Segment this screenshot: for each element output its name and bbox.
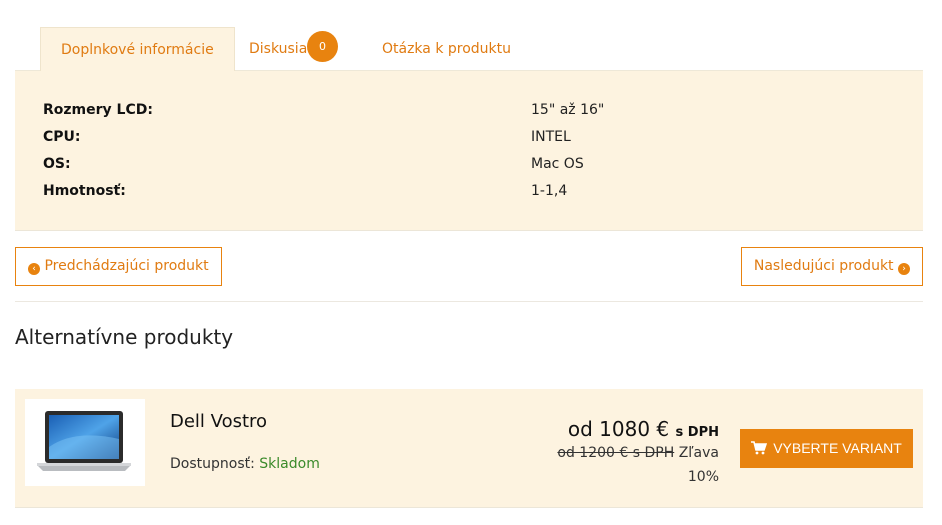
price-value: od 1080 € bbox=[567, 417, 670, 441]
availability-status: Skladom bbox=[259, 456, 320, 472]
old-price-line: od 1200 € s DPH Zľava bbox=[557, 445, 719, 461]
product-tabs: Doplnkové informácie Diskusia Otázka k p… bbox=[15, 27, 923, 72]
alternatives-heading: Alternatívne produkty bbox=[15, 325, 234, 349]
discussion-count-badge: 0 bbox=[307, 31, 338, 62]
choose-variant-label: VYBERTE VARIANT bbox=[773, 440, 902, 456]
spec-key: CPU: bbox=[43, 129, 81, 145]
spec-value: 15" až 16" bbox=[531, 102, 605, 118]
availability: Dostupnosť: Skladom bbox=[170, 456, 320, 472]
spec-row: OS: Mac OS bbox=[43, 156, 903, 183]
tab-additional-info[interactable]: Doplnkové informácie bbox=[40, 27, 235, 72]
spec-key: Hmotnosť: bbox=[43, 183, 126, 199]
discount-value: 10% bbox=[687, 469, 719, 485]
spec-key: Rozmery LCD: bbox=[43, 102, 153, 118]
spec-value: Mac OS bbox=[531, 156, 584, 172]
arrow-left-circle-icon: ‹ bbox=[28, 263, 40, 275]
spec-row: Rozmery LCD: 15" až 16" bbox=[43, 102, 903, 129]
price-suffix: s DPH bbox=[675, 425, 719, 440]
product-price: od 1080 € s DPH bbox=[568, 417, 719, 441]
tab-discussion[interactable]: Diskusia bbox=[249, 27, 307, 71]
spec-row: Hmotnosť: 1-1,4 bbox=[43, 183, 903, 210]
previous-product-button[interactable]: ‹ Predchádzajúci produkt bbox=[15, 247, 222, 286]
tab-question[interactable]: Otázka k produktu bbox=[382, 27, 511, 71]
availability-label: Dostupnosť: bbox=[170, 456, 255, 472]
spec-key: OS: bbox=[43, 156, 71, 172]
discount-label: Zľava bbox=[678, 445, 719, 461]
spec-value: 1-1,4 bbox=[531, 183, 568, 199]
next-product-label: Nasledujúci produkt bbox=[753, 258, 894, 274]
spec-value: INTEL bbox=[531, 129, 571, 145]
product-image[interactable] bbox=[25, 399, 145, 486]
section-divider bbox=[15, 301, 923, 302]
next-product-button[interactable]: Nasledujúci produkt › bbox=[740, 247, 923, 286]
tab-discussion-label: Diskusia bbox=[249, 41, 308, 57]
previous-product-label: Predchádzajúci produkt bbox=[44, 258, 209, 274]
specs-panel: Rozmery LCD: 15" až 16" CPU: INTEL OS: M… bbox=[15, 71, 923, 231]
product-name[interactable]: Dell Vostro bbox=[170, 411, 267, 432]
old-price: od 1200 € s DPH bbox=[557, 445, 675, 461]
alternative-product-card: Dell Vostro Dostupnosť: Skladom od 1080 … bbox=[15, 389, 923, 508]
cart-icon bbox=[751, 441, 768, 455]
arrow-right-circle-icon: › bbox=[898, 263, 910, 275]
choose-variant-button[interactable]: VYBERTE VARIANT bbox=[740, 429, 913, 468]
laptop-image bbox=[37, 411, 131, 471]
spec-row: CPU: INTEL bbox=[43, 129, 903, 156]
